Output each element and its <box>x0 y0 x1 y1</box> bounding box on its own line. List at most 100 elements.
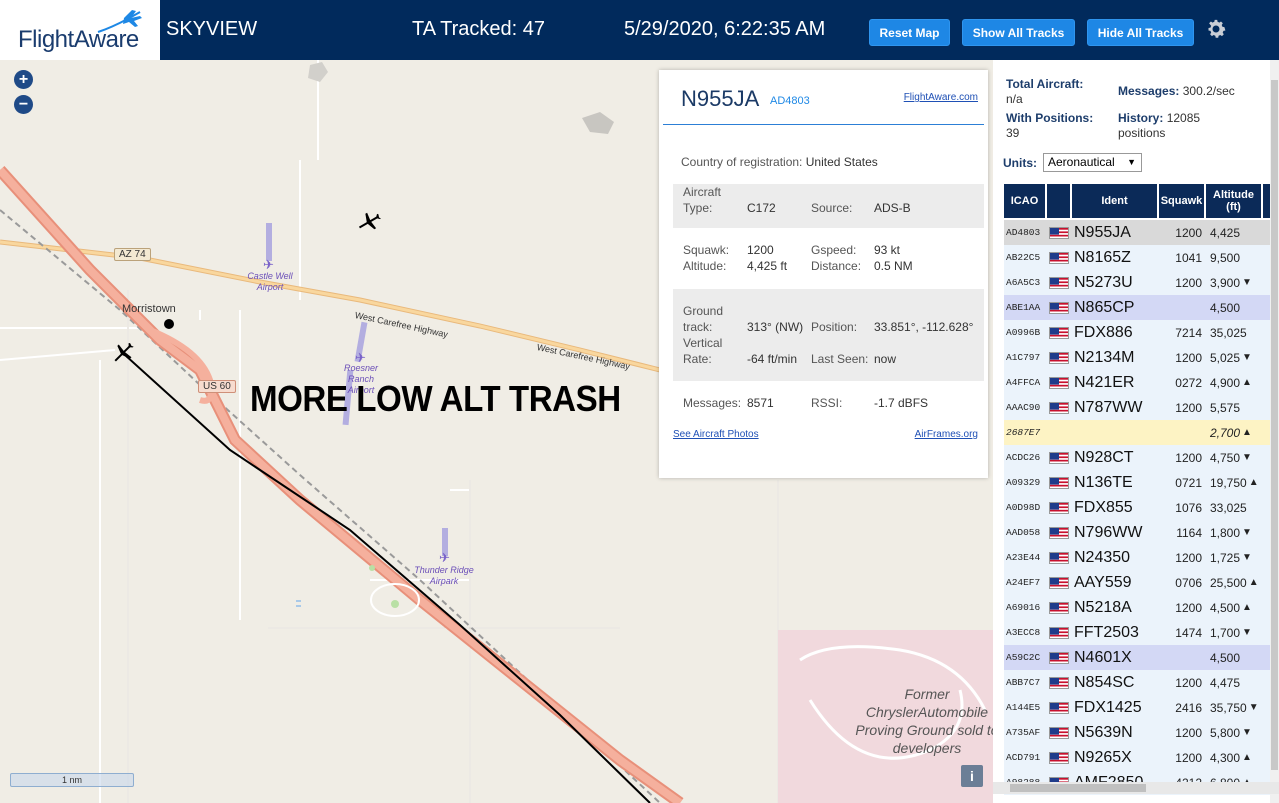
us-flag-icon <box>1049 326 1069 339</box>
altitude-trend-icon: ▼ <box>1242 452 1252 463</box>
column-header-altitude[interactable]: Altitude (ft) <box>1206 184 1262 218</box>
table-row[interactable]: A144E5 FDX1425 2416 35,750 ▼ <box>1004 695 1270 720</box>
ident-cell: N2134M <box>1074 348 1135 366</box>
horizontal-scrollbar-thumb[interactable] <box>1010 784 1146 792</box>
table-row[interactable]: A735AF N5639N 1200 5,800 ▼ <box>1004 720 1270 745</box>
with-positions-stat: With Positions: 39 <box>1006 111 1093 141</box>
scale-bar: 1 nm <box>10 773 134 787</box>
table-row[interactable]: ABE1AA N865CP 4,500 <box>1004 295 1270 320</box>
altitude-value: 4,475 <box>1210 675 1241 690</box>
ident-cell: N136TE <box>1074 473 1133 491</box>
reset-map-button[interactable]: Reset Map <box>869 19 950 46</box>
skyview-app: FlightAware SKYVIEW TA Tracked: 47 5/29/… <box>0 0 1279 803</box>
squawk-cell: 1076 <box>1175 500 1202 515</box>
ident-cell: FDX855 <box>1074 498 1133 516</box>
ident-cell: N787WW <box>1074 398 1143 416</box>
tracked-count: TA Tracked: 47 <box>412 18 546 40</box>
squawk-cell: 1200 <box>1175 225 1202 240</box>
airplane-logo-icon <box>97 10 142 33</box>
altitude-cell: 35,750 ▼ <box>1207 695 1267 720</box>
table-row[interactable]: A59C2C N4601X 4,500 <box>1004 645 1270 670</box>
table-row[interactable]: A0996B FDX886 7214 35,025 <box>1004 320 1270 345</box>
header-bar: FlightAware SKYVIEW TA Tracked: 47 5/29/… <box>0 0 1279 60</box>
flightaware-link[interactable]: FlightAware.com <box>904 92 978 103</box>
table-row[interactable]: ABB7C7 N854SC 1200 4,475 <box>1004 670 1270 695</box>
us-flag-icon <box>1049 276 1069 289</box>
icao-cell: AD4803 <box>1006 227 1041 238</box>
popup-divider <box>663 124 984 125</box>
icao-cell: ACD791 <box>1006 752 1041 763</box>
flag-cell <box>1048 245 1070 270</box>
table-row[interactable]: A09329 N136TE 0721 19,750 ▲ <box>1004 470 1270 495</box>
table-row[interactable]: AD4803 N955JA 1200 4,425 <box>1004 220 1270 245</box>
see-aircraft-photos-link[interactable]: See Aircraft Photos <box>673 429 759 440</box>
table-row[interactable]: A69016 N5218A 1200 4,500 ▲ <box>1004 595 1270 620</box>
scrollbar-thumb[interactable] <box>1271 80 1278 770</box>
us-flag-icon <box>1049 676 1069 689</box>
table-row[interactable]: A4FFCA N421ER 0272 4,900 ▲ <box>1004 370 1270 395</box>
column-header-squawk[interactable]: Squawk <box>1159 184 1205 218</box>
us-flag-icon <box>1049 476 1069 489</box>
altitude-value: 1,800 <box>1210 525 1241 540</box>
table-row[interactable]: 2687E7 2,700 ▲ <box>1004 420 1270 445</box>
rssi-value: -1.7 dBFS <box>874 396 929 410</box>
squawk-label: Squawk: <box>683 243 730 257</box>
airframes-link[interactable]: AirFrames.org <box>915 429 978 440</box>
altitude-trend-icon: ▼ <box>1242 727 1252 738</box>
aircraft-icon[interactable] <box>356 210 382 234</box>
altitude-cell: 1,800 ▼ <box>1207 520 1267 545</box>
column-header-flag[interactable] <box>1047 184 1071 218</box>
gear-icon[interactable] <box>1204 17 1228 41</box>
altitude-value: 1,725 <box>1210 550 1241 565</box>
flag-cell <box>1048 420 1070 445</box>
units-dropdown[interactable]: Aeronautical ▼ <box>1043 153 1142 172</box>
flag-cell <box>1048 545 1070 570</box>
icao-cell: AAAC90 <box>1006 402 1041 413</box>
flag-cell <box>1048 270 1070 295</box>
column-header-icao[interactable]: ICAO <box>1004 184 1046 218</box>
altitude-value: 9,500 <box>1210 250 1241 265</box>
ident-cell: N9265X <box>1074 748 1132 766</box>
units-label: Units: <box>1003 156 1037 170</box>
altitude-trend-icon: ▼ <box>1242 627 1252 638</box>
selected-aircraft-icon[interactable] <box>110 341 136 365</box>
altitude-value: 4,750 <box>1210 450 1241 465</box>
table-row[interactable]: ACD791 N9265X 1200 4,300 ▲ <box>1004 745 1270 770</box>
altitude-cell: 4,425 <box>1207 220 1267 245</box>
distance-value: 0.5 NM <box>874 259 913 273</box>
history-label: History: <box>1118 111 1164 125</box>
table-row[interactable]: AAD058 N796WW 1164 1,800 ▼ <box>1004 520 1270 545</box>
altitude-trend-icon: ▼ <box>1242 552 1252 563</box>
flightaware-logo[interactable]: FlightAware <box>0 0 160 60</box>
hide-all-tracks-button[interactable]: Hide All Tracks <box>1087 19 1194 46</box>
table-row[interactable]: AB22C5 N8165Z 1041 9,500 <box>1004 245 1270 270</box>
table-row[interactable]: A1C797 N2134M 1200 5,025 ▼ <box>1004 345 1270 370</box>
altitude-value: 5,800 <box>1210 725 1241 740</box>
altitude-value: 19,750 <box>1210 475 1247 490</box>
us-flag-icon <box>1049 351 1069 364</box>
altitude-value: 1,700 <box>1210 625 1241 640</box>
squawk-cell: 1200 <box>1175 750 1202 765</box>
table-row[interactable]: ACDC26 N928CT 1200 4,750 ▼ <box>1004 445 1270 470</box>
altitude-value: 4,300 <box>1210 750 1241 765</box>
table-row[interactable]: A6A5C3 N5273U 1200 3,900 ▼ <box>1004 270 1270 295</box>
ident-cell: N796WW <box>1074 523 1143 541</box>
altitude-trend-icon: ▼ <box>1242 277 1252 288</box>
ident-cell: N928CT <box>1074 448 1134 466</box>
table-row[interactable]: A23E44 N24350 1200 1,725 ▼ <box>1004 545 1270 570</box>
zoom-in-button[interactable]: + <box>14 70 33 89</box>
table-row[interactable]: A24EF7 AAY559 0706 25,500 ▲ <box>1004 570 1270 595</box>
zoom-out-button[interactable]: − <box>14 95 33 114</box>
altitude-cell: 5,575 <box>1207 395 1267 420</box>
us-flag-icon <box>1049 701 1069 714</box>
with-positions-label: With Positions: <box>1006 111 1094 125</box>
table-row[interactable]: A0D98D FDX855 1076 33,025 <box>1004 495 1270 520</box>
country-row: Country of registration: United States <box>681 154 878 170</box>
info-button[interactable]: i <box>961 765 983 787</box>
column-header-ident[interactable]: Ident <box>1072 184 1158 218</box>
table-row[interactable]: A3ECC8 FFT2503 1474 1,700 ▼ <box>1004 620 1270 645</box>
messages-rate-value: 300.2/sec <box>1182 84 1235 98</box>
show-all-tracks-button[interactable]: Show All Tracks <box>962 19 1075 46</box>
us-flag-icon <box>1049 501 1069 514</box>
table-row[interactable]: AAAC90 N787WW 1200 5,575 <box>1004 395 1270 420</box>
